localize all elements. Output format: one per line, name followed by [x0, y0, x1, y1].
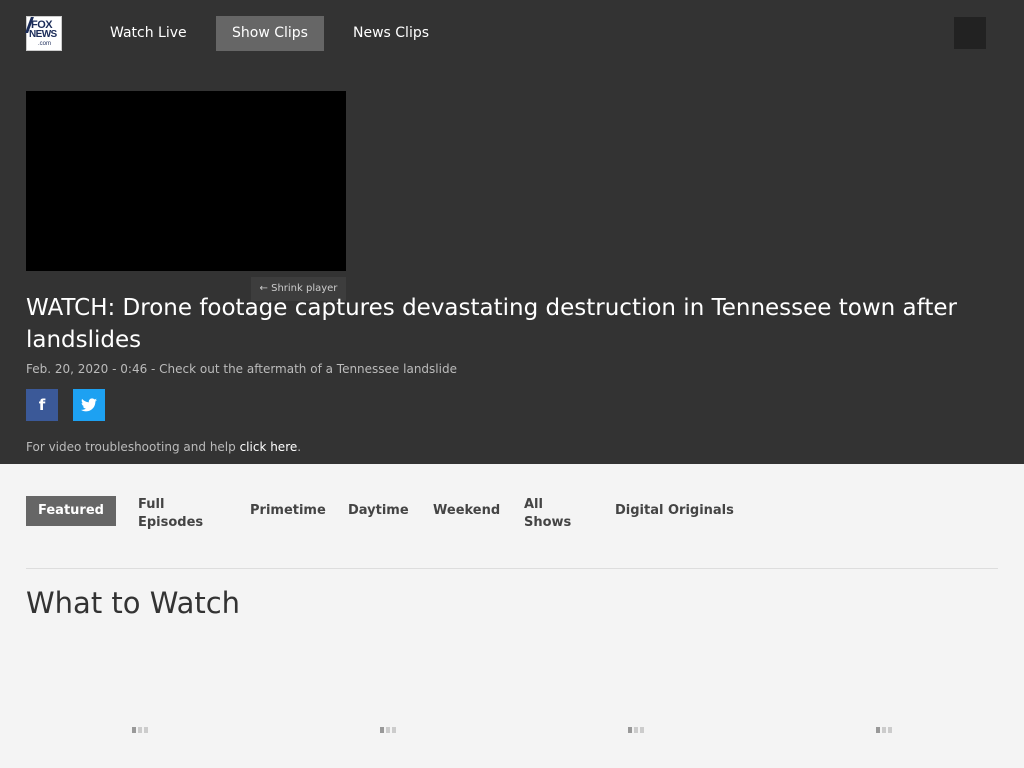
logo-text-news: NEWS [29, 29, 57, 40]
loading-spinner-icon [628, 727, 644, 733]
top-section: FOX NEWS .com Watch Live Show Clips News… [0, 0, 1024, 464]
tab-primetime[interactable]: Primetime [250, 502, 326, 520]
tab-digital-originals[interactable]: Digital Originals [615, 502, 734, 520]
tab-featured[interactable]: Featured [26, 496, 116, 526]
nav-watch-live[interactable]: Watch Live [94, 16, 203, 51]
twitter-icon [81, 398, 97, 412]
nav-show-clips[interactable]: Show Clips [216, 16, 324, 51]
loading-spinner-icon [380, 727, 396, 733]
tab-weekend[interactable]: Weekend [433, 502, 500, 520]
tab-full-episodes[interactable]: Full Episodes [138, 496, 208, 532]
twitter-share-button[interactable] [73, 389, 105, 421]
tab-daytime[interactable]: Daytime [348, 502, 409, 520]
loading-spinner-icon [876, 727, 892, 733]
facebook-icon: f [38, 396, 46, 414]
help-suffix: . [297, 440, 302, 454]
section-heading: What to Watch [26, 586, 241, 620]
logo-text-com: .com [38, 41, 52, 47]
video-meta: Feb. 20, 2020 - 0:46 - Check out the aft… [26, 362, 457, 376]
facebook-share-button[interactable]: f [26, 389, 58, 421]
nav-news-clips[interactable]: News Clips [337, 16, 445, 51]
search-toggle-button[interactable] [954, 17, 986, 49]
video-player[interactable] [26, 91, 346, 271]
help-text: For video troubleshooting and help [26, 440, 240, 454]
tab-all-shows[interactable]: All Shows [524, 496, 574, 532]
troubleshooting-help: For video troubleshooting and help click… [26, 440, 301, 454]
fox-news-logo[interactable]: FOX NEWS .com [25, 16, 62, 51]
loading-spinner-icon [132, 727, 148, 733]
tabs-divider [26, 568, 998, 569]
video-title: WATCH: Drone footage captures devastatin… [26, 295, 957, 353]
help-link[interactable]: click here [240, 440, 298, 454]
